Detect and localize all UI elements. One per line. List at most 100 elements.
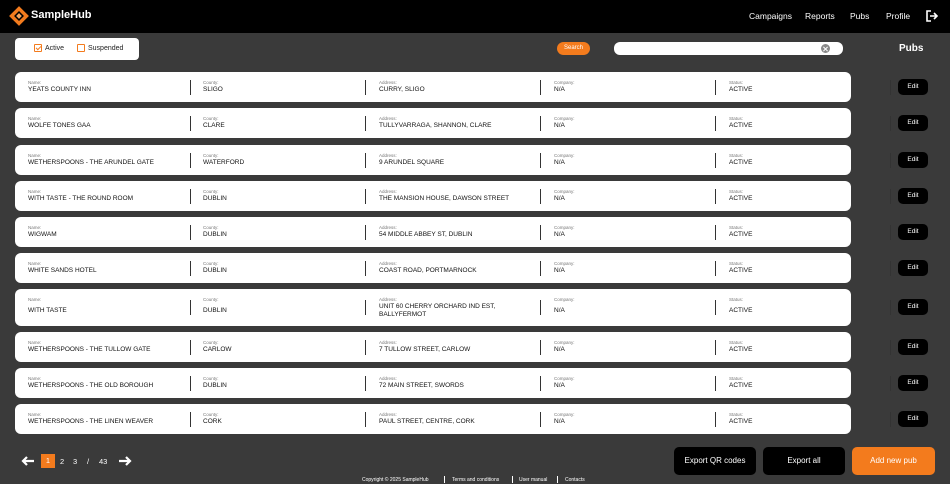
export-qr-codes-button[interactable]: Export QR codes xyxy=(674,447,756,475)
status-label: Status: xyxy=(729,80,744,85)
column-divider xyxy=(190,261,191,276)
name-label: Name: xyxy=(28,153,42,158)
edit-button[interactable]: Edit xyxy=(898,79,928,95)
next-page-arrow-icon[interactable] xyxy=(118,456,132,466)
edit-button[interactable]: Edit xyxy=(898,188,928,204)
status-value: ACTIVE xyxy=(729,195,753,202)
edit-button[interactable]: Edit xyxy=(898,224,928,240)
search-input[interactable] xyxy=(614,42,843,55)
company-value: N/A xyxy=(554,267,565,274)
edit-button[interactable]: Edit xyxy=(898,339,928,355)
footer-contacts-link[interactable]: Contacts xyxy=(565,477,585,483)
county-value: DUBLIN xyxy=(203,307,227,314)
column-divider xyxy=(190,412,191,427)
column-divider xyxy=(365,340,366,355)
column-divider xyxy=(890,376,891,391)
address-value: 9 ARUNDEL SQUARE xyxy=(379,159,445,166)
county-value: CORK xyxy=(203,418,222,425)
column-divider xyxy=(365,300,366,315)
column-divider xyxy=(715,261,716,276)
county-label: County: xyxy=(203,340,219,345)
page-3-button[interactable]: 3 xyxy=(73,457,77,466)
search-button[interactable]: Search xyxy=(557,42,590,55)
county-value: DUBLIN xyxy=(203,195,227,202)
name-value: WETHERSPOONS - THE LINEN WEAVER xyxy=(28,418,154,425)
company-label: Company: xyxy=(554,153,575,158)
address-label: Address: xyxy=(379,189,397,194)
footer-terms-link[interactable]: Terms and conditions xyxy=(452,477,499,483)
prev-page-arrow-icon[interactable] xyxy=(21,456,35,466)
column-divider xyxy=(365,80,366,95)
active-checkbox[interactable] xyxy=(34,44,42,52)
nav-pubs[interactable]: Pubs xyxy=(850,11,869,21)
table-row: Name: WITH TASTE - THE ROUND ROOM County:… xyxy=(15,181,891,211)
footer-manual-link[interactable]: User manual xyxy=(519,477,547,483)
add-new-pub-button[interactable]: Add new pub xyxy=(852,447,935,475)
suspended-label[interactable]: Suspended xyxy=(88,45,123,52)
status-label: Status: xyxy=(729,376,744,381)
page-2-button[interactable]: 2 xyxy=(60,457,64,466)
nav-reports[interactable]: Reports xyxy=(805,11,835,21)
export-all-button[interactable]: Export all xyxy=(763,447,845,475)
column-divider xyxy=(365,225,366,240)
column-divider xyxy=(890,116,891,131)
column-divider xyxy=(190,376,191,391)
edit-button[interactable]: Edit xyxy=(898,260,928,276)
column-divider xyxy=(715,153,716,168)
active-label[interactable]: Active xyxy=(45,45,64,52)
county-value: CLARE xyxy=(203,122,225,129)
table-row: Name: WETHERSPOONS - THE ARUNDEL GATE Cou… xyxy=(15,145,891,175)
samplehub-logo-icon[interactable] xyxy=(8,5,30,27)
company-value: N/A xyxy=(554,382,565,389)
county-label: County: xyxy=(203,116,219,121)
status-value: ACTIVE xyxy=(729,418,753,425)
column-divider xyxy=(365,261,366,276)
column-divider xyxy=(540,340,541,355)
column-divider xyxy=(365,376,366,391)
name-label: Name: xyxy=(28,189,42,194)
address-label: Address: xyxy=(379,225,397,230)
county-label: County: xyxy=(203,376,219,381)
address-value: 7 TULLOW STREET, CARLOW xyxy=(379,346,471,353)
county-label: County: xyxy=(203,80,219,85)
column-divider xyxy=(365,412,366,427)
column-divider xyxy=(715,189,716,204)
name-label: Name: xyxy=(28,297,42,302)
column-divider xyxy=(715,412,716,427)
county-label: County: xyxy=(203,412,219,417)
name-label: Name: xyxy=(28,412,42,417)
column-divider xyxy=(190,300,191,315)
address-value: 72 MAIN STREET, SWORDS xyxy=(379,382,464,389)
clear-search-icon[interactable] xyxy=(821,44,830,53)
column-divider xyxy=(190,340,191,355)
logout-icon[interactable] xyxy=(925,9,939,23)
edit-button[interactable]: Edit xyxy=(898,115,928,131)
status-value: ACTIVE xyxy=(729,122,753,129)
status-filter-box: Active Suspended xyxy=(15,38,139,60)
edit-button[interactable]: Edit xyxy=(898,152,928,168)
brand-name[interactable]: SampleHub xyxy=(31,9,92,21)
column-divider xyxy=(540,376,541,391)
column-divider xyxy=(890,225,891,240)
column-divider xyxy=(890,340,891,355)
nav-profile[interactable]: Profile xyxy=(886,11,910,21)
edit-button[interactable]: Edit xyxy=(898,411,928,427)
name-label: Name: xyxy=(28,80,42,85)
edit-button[interactable]: Edit xyxy=(898,299,928,315)
company-label: Company: xyxy=(554,116,575,121)
address-value: THE MANSION HOUSE, DAWSON STREET xyxy=(379,195,510,202)
page-1-button[interactable]: 1 xyxy=(41,454,55,468)
name-label: Name: xyxy=(28,261,42,266)
suspended-checkbox[interactable] xyxy=(77,44,85,52)
column-divider xyxy=(190,153,191,168)
county-label: County: xyxy=(203,189,219,194)
edit-button[interactable]: Edit xyxy=(898,375,928,391)
column-divider xyxy=(890,153,891,168)
status-value: ACTIVE xyxy=(729,159,753,166)
nav-campaigns[interactable]: Campaigns xyxy=(749,11,792,21)
column-divider xyxy=(715,376,716,391)
page-total[interactable]: 43 xyxy=(99,457,107,466)
address-label: Address: xyxy=(379,153,397,158)
address-label: Address: xyxy=(379,80,397,85)
company-value: N/A xyxy=(554,418,565,425)
